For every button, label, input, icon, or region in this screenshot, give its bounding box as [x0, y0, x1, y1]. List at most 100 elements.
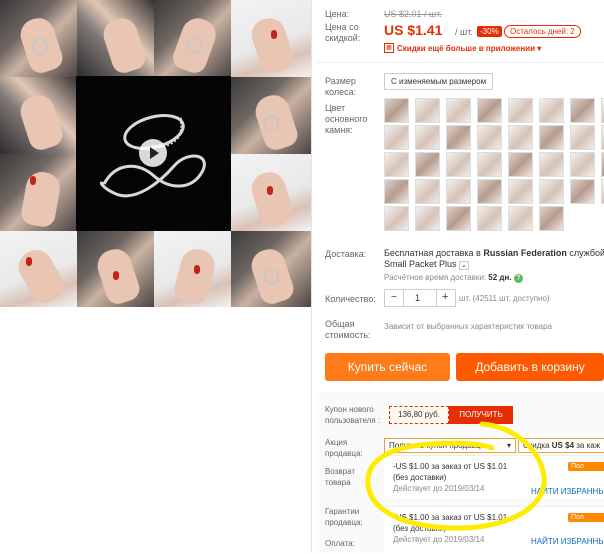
divider	[436, 290, 437, 306]
gallery-thumb[interactable]	[231, 0, 311, 77]
seller-discount-dropdown[interactable]: Скидка US $4 за каж	[518, 438, 604, 453]
app-promo-link[interactable]: Скидки ещё больше в приложении ▾	[397, 44, 541, 53]
color-swatch[interactable]	[477, 125, 502, 150]
shipping-via: службой	[569, 248, 604, 258]
color-swatch[interactable]	[446, 98, 471, 123]
color-swatch[interactable]	[415, 125, 440, 150]
color-swatch[interactable]	[539, 179, 564, 204]
eta-label: Расчётное время доставки:	[384, 273, 487, 282]
offer-note: (без доставки)	[393, 524, 447, 533]
color-swatch[interactable]	[539, 125, 564, 150]
gallery-thumb[interactable]	[231, 154, 311, 231]
color-swatch[interactable]	[477, 152, 502, 177]
offer-title: -US $1.00 за заказ от US $1.01	[393, 513, 508, 522]
discount-price-label: Цена со скидкой:	[325, 22, 361, 43]
color-swatch[interactable]	[446, 179, 471, 204]
original-price: US $2.01 / шт.	[384, 9, 442, 19]
find-favorites-link[interactable]: НАЙТИ ИЗБРАННЬ	[531, 537, 604, 546]
discount-suffix: за каж	[576, 441, 601, 450]
eta: Расчётное время доставки: 52 дн. ?	[384, 273, 523, 283]
per-unit: / шт.	[455, 27, 473, 37]
offer-note: (без доставки)	[393, 473, 447, 482]
coupon-get-button[interactable]: ПОЛУЧИТЬ	[449, 406, 513, 424]
gallery-thumb[interactable]	[77, 0, 154, 77]
get-seller-coupon-text: Получить купон продавца	[389, 441, 485, 450]
get-seller-coupon-dropdown[interactable]: Получить купон продавца ▾	[384, 438, 516, 453]
color-swatch[interactable]	[415, 206, 440, 231]
color-swatch[interactable]	[477, 206, 502, 231]
shipping-country: Russian Federation	[483, 248, 567, 258]
color-swatch[interactable]	[508, 98, 533, 123]
quantity-input[interactable]: 1	[415, 293, 420, 303]
chevron-down-icon: ⌄	[459, 261, 469, 270]
buy-now-button[interactable]: Купить сейчас	[325, 353, 450, 381]
color-swatch[interactable]	[539, 206, 564, 231]
gallery-thumb[interactable]	[231, 77, 311, 154]
gallery-thumb[interactable]	[0, 0, 77, 77]
shipping-carrier[interactable]: Small Packet Plus ⌄	[384, 259, 469, 270]
color-swatch[interactable]	[446, 206, 471, 231]
color-swatch[interactable]	[508, 152, 533, 177]
discount-amount: US $4	[551, 441, 575, 450]
help-icon[interactable]: ?	[513, 274, 523, 283]
color-swatch[interactable]	[477, 98, 502, 123]
offer-validity: Действует до 2019/03/14	[393, 484, 485, 493]
color-swatch[interactable]	[570, 98, 595, 123]
color-swatch[interactable]	[415, 179, 440, 204]
discount-prefix: Скидка	[523, 441, 550, 450]
chevron-down-icon: ▾	[506, 441, 511, 450]
size-label: Размер колеса:	[325, 76, 357, 97]
offer-title: -US $1.00 за заказ от US $1.01	[393, 462, 508, 471]
color-swatch[interactable]	[508, 179, 533, 204]
color-swatch[interactable]	[508, 206, 533, 231]
gallery-thumb[interactable]	[0, 231, 77, 307]
minus-button[interactable]: −	[391, 292, 397, 303]
color-swatch[interactable]	[384, 125, 409, 150]
color-label: Цвет основного камня:	[325, 103, 368, 135]
color-swatch[interactable]	[384, 179, 409, 204]
play-icon[interactable]	[139, 139, 167, 167]
gallery-thumb[interactable]	[154, 231, 231, 307]
color-swatch[interactable]	[539, 152, 564, 177]
app-promo-text: Скидки ещё больше в приложении	[397, 44, 535, 53]
color-swatch[interactable]	[570, 125, 595, 150]
gallery-thumb[interactable]	[0, 77, 77, 154]
color-swatch[interactable]	[539, 98, 564, 123]
add-to-cart-button[interactable]: Добавить в корзину	[456, 353, 604, 381]
payment-label: Оплата:	[325, 539, 355, 548]
shipping-prefix: Бесплатная доставка в	[384, 248, 481, 258]
color-swatch[interactable]	[570, 179, 595, 204]
size-option[interactable]: С изменяемым размером	[384, 73, 494, 90]
divider	[316, 62, 604, 63]
shipping-info: Бесплатная доставка в Russian Federation…	[384, 248, 604, 259]
gallery-thumb[interactable]	[77, 231, 154, 307]
chevron-down-icon: ▾	[537, 44, 542, 53]
color-swatch[interactable]	[508, 125, 533, 150]
color-swatches	[384, 98, 604, 233]
promo-label: Акция продавца:	[325, 438, 363, 458]
color-swatch[interactable]	[446, 152, 471, 177]
color-swatch[interactable]	[384, 206, 409, 231]
offer-get-button[interactable]: Пол	[568, 513, 604, 522]
color-swatch[interactable]	[446, 125, 471, 150]
quantity-stepper[interactable]: − 1 +	[384, 289, 456, 307]
eta-value: 52 дн.	[488, 273, 512, 282]
color-swatch[interactable]	[415, 152, 440, 177]
offer-get-button[interactable]: Пол	[568, 462, 604, 471]
find-favorites-link[interactable]: НАЙТИ ИЗБРАННЬ	[531, 487, 604, 496]
color-swatch[interactable]	[415, 98, 440, 123]
color-swatch[interactable]	[384, 152, 409, 177]
guarantee-label: Гарантии продавца:	[325, 507, 363, 527]
total-label: Общая стоимость:	[325, 319, 371, 340]
carrier-name: Small Packet Plus	[384, 259, 457, 269]
gallery-thumb[interactable]	[231, 231, 311, 307]
gallery-thumb[interactable]	[0, 154, 77, 231]
qr-icon: ▦	[384, 43, 394, 53]
color-swatch[interactable]	[570, 152, 595, 177]
coupon-amount: 136,80 руб.	[389, 406, 449, 424]
gallery-thumb[interactable]	[154, 0, 231, 77]
plus-button[interactable]: +	[442, 291, 448, 303]
coupon-label: Купон нового пользователя :	[325, 405, 381, 425]
color-swatch[interactable]	[384, 98, 409, 123]
color-swatch[interactable]	[477, 179, 502, 204]
